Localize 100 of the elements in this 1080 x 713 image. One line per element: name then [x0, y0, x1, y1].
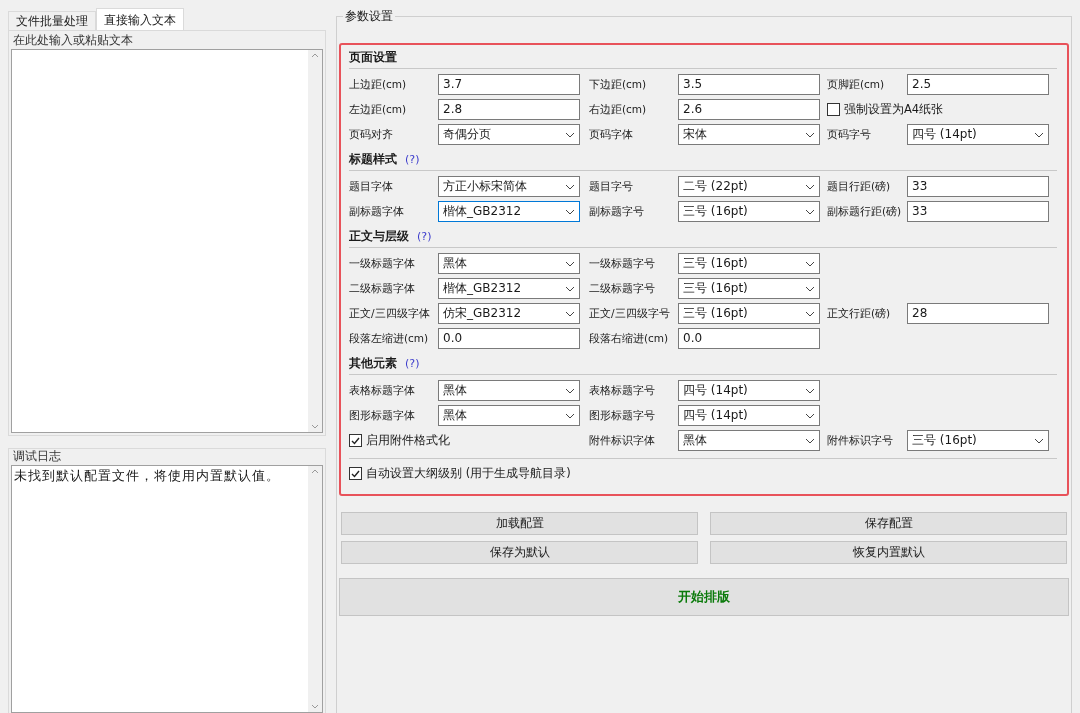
dropdown[interactable]: 四号 (14pt) — [907, 124, 1049, 145]
field-label: 表格标题字号 — [589, 383, 656, 398]
dropdown[interactable]: 楷体_GB2312 — [438, 201, 580, 222]
field-label: 页脚距(cm) — [827, 77, 886, 92]
field-label: 一级标题字号 — [589, 256, 656, 271]
scroll-down-icon[interactable] — [311, 704, 319, 709]
action-button[interactable]: 恢复内置默认 — [710, 541, 1067, 564]
input-field[interactable]: 3.5 — [678, 74, 820, 95]
dropdown[interactable]: 楷体_GB2312 — [438, 278, 580, 299]
field-label: 正文/三四级字体 — [349, 306, 431, 321]
scroll-up-icon[interactable] — [311, 53, 319, 58]
chevron-down-icon — [805, 285, 815, 292]
dropdown[interactable]: 黑体 — [438, 380, 580, 401]
field-label: 一级标题字体 — [349, 256, 416, 271]
section-title: 标题样式 — [349, 152, 397, 167]
help-link[interactable]: (?) — [405, 153, 420, 166]
checkmark-icon — [351, 469, 360, 478]
field-label: 二级标题字体 — [349, 281, 416, 296]
field-label: 题目字体 — [349, 179, 394, 194]
field-label: 副标题行距(磅) — [827, 204, 903, 219]
scroll-down-icon[interactable] — [311, 424, 319, 429]
checkbox[interactable]: 自动设置大纲级别 (用于生成导航目录) — [349, 466, 1057, 481]
dropdown[interactable]: 三号 (16pt) — [907, 430, 1049, 451]
section-title: 正文与层级 — [349, 229, 409, 244]
field-label: 段落左缩进(cm) — [349, 331, 430, 346]
text-input-field[interactable] — [11, 49, 323, 433]
chevron-down-icon — [805, 412, 815, 419]
field-label: 二级标题字号 — [589, 281, 656, 296]
input-field[interactable]: 2.8 — [438, 99, 580, 120]
scrollbar[interactable] — [308, 466, 322, 712]
chevron-down-icon — [565, 310, 575, 317]
log-field[interactable]: 未找到默认配置文件，将使用内置默认值。 — [11, 465, 323, 713]
dropdown[interactable]: 三号 (16pt) — [678, 278, 820, 299]
input-field[interactable]: 3.7 — [438, 74, 580, 95]
field-label: 题目字号 — [589, 179, 634, 194]
action-button[interactable]: 加载配置 — [341, 512, 698, 535]
help-link[interactable]: (?) — [405, 357, 420, 370]
dropdown[interactable]: 三号 (16pt) — [678, 253, 820, 274]
dropdown[interactable]: 方正小标宋简体 — [438, 176, 580, 197]
field-label: 右边距(cm) — [589, 102, 648, 117]
dropdown[interactable]: 三号 (16pt) — [678, 201, 820, 222]
section-title: 其他元素 — [349, 356, 397, 371]
dropdown[interactable]: 仿宋_GB2312 — [438, 303, 580, 324]
chevron-down-icon — [1034, 437, 1044, 444]
field-label: 附件标识字号 — [827, 433, 894, 448]
checkbox-label: 启用附件格式化 — [366, 433, 450, 448]
scroll-up-icon[interactable] — [311, 469, 319, 474]
field-label: 左边距(cm) — [349, 102, 408, 117]
chevron-down-icon — [565, 131, 575, 138]
tab[interactable]: 直接输入文本 — [96, 8, 184, 30]
input-field[interactable]: 0.0 — [438, 328, 580, 349]
field-label: 页码对齐 — [349, 127, 394, 142]
chevron-down-icon — [565, 208, 575, 215]
group-title: 在此处输入或粘贴文本 — [12, 33, 134, 47]
field-label: 副标题字号 — [589, 204, 645, 219]
field-label: 附件标识字体 — [589, 433, 656, 448]
checkbox[interactable]: 启用附件格式化 — [349, 433, 450, 448]
chevron-down-icon — [805, 131, 815, 138]
start-button[interactable]: 开始排版 — [339, 578, 1069, 616]
dropdown[interactable]: 二号 (22pt) — [678, 176, 820, 197]
input-field[interactable]: 33 — [907, 176, 1049, 197]
tab[interactable]: 文件批量处理 — [8, 11, 96, 30]
input-field[interactable]: 28 — [907, 303, 1049, 324]
input-field[interactable]: 33 — [907, 201, 1049, 222]
chevron-down-icon — [805, 183, 815, 190]
chevron-down-icon — [565, 183, 575, 190]
field-label: 正文行距(磅) — [827, 306, 892, 321]
chevron-down-icon — [805, 437, 815, 444]
action-button[interactable]: 保存为默认 — [341, 541, 698, 564]
field-label: 页码字体 — [589, 127, 634, 142]
field-label: 表格标题字体 — [349, 383, 416, 398]
chevron-down-icon — [805, 208, 815, 215]
dropdown[interactable]: 黑体 — [678, 430, 820, 451]
dropdown[interactable]: 黑体 — [438, 405, 580, 426]
dropdown[interactable]: 黑体 — [438, 253, 580, 274]
dropdown[interactable]: 三号 (16pt) — [678, 303, 820, 324]
dropdown[interactable]: 四号 (14pt) — [678, 380, 820, 401]
chevron-down-icon — [565, 412, 575, 419]
field-label: 题目行距(磅) — [827, 179, 892, 194]
field-label: 段落右缩进(cm) — [589, 331, 670, 346]
chevron-down-icon — [565, 387, 575, 394]
field-label: 图形标题字体 — [349, 408, 416, 423]
chevron-down-icon — [805, 387, 815, 394]
field-label: 图形标题字号 — [589, 408, 656, 423]
input-field[interactable]: 2.6 — [678, 99, 820, 120]
chevron-down-icon — [565, 285, 575, 292]
dropdown[interactable]: 四号 (14pt) — [678, 405, 820, 426]
input-field[interactable]: 0.0 — [678, 328, 820, 349]
help-link[interactable]: (?) — [417, 230, 432, 243]
scrollbar[interactable] — [308, 50, 322, 432]
field-label: 下边距(cm) — [589, 77, 648, 92]
dropdown[interactable]: 奇偶分页 — [438, 124, 580, 145]
chevron-down-icon — [565, 260, 575, 267]
field-label: 页码字号 — [827, 127, 872, 142]
action-button[interactable]: 保存配置 — [710, 512, 1067, 535]
group-title: 参数设置 — [344, 8, 394, 25]
checkmark-icon — [351, 436, 360, 445]
chevron-down-icon — [805, 310, 815, 317]
input-field[interactable]: 2.5 — [907, 74, 1049, 95]
dropdown[interactable]: 宋体 — [678, 124, 820, 145]
